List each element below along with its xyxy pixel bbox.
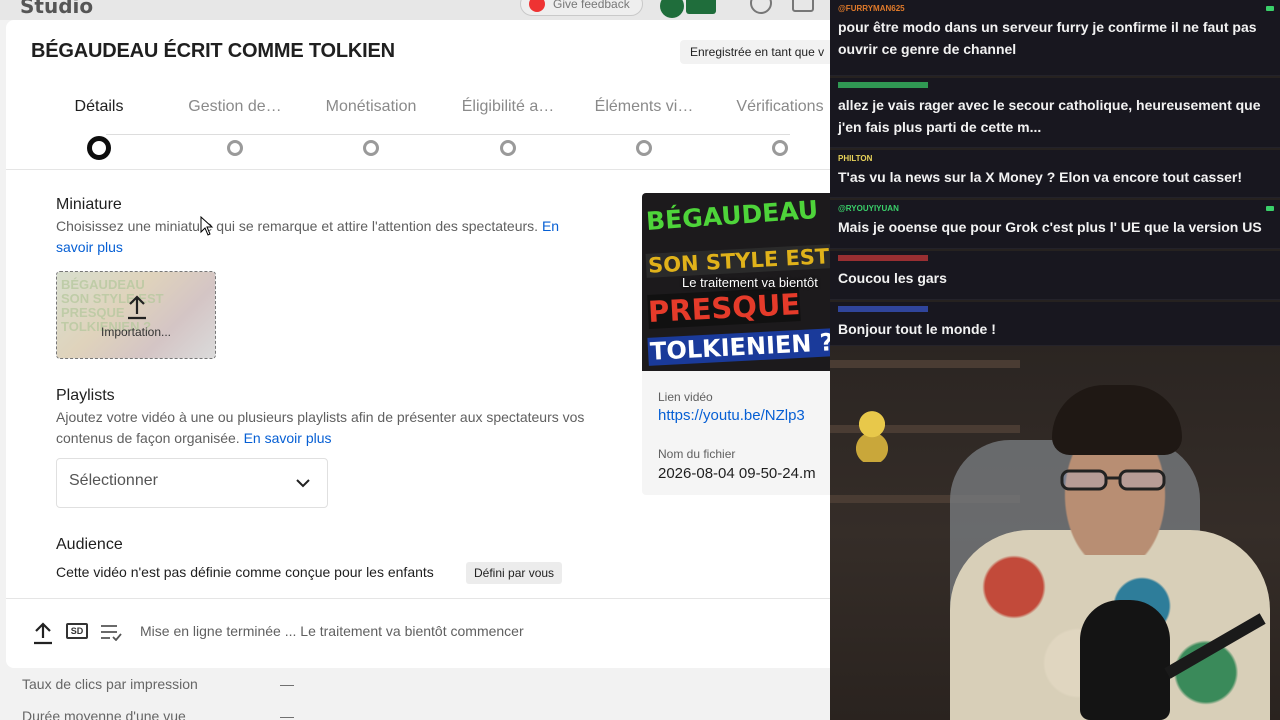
chat-username: PHILTON xyxy=(838,154,873,163)
thumbnail-section-desc: Choisissez une miniature qui se remarque… xyxy=(56,216,596,258)
playlist-select-value: Sélectionner xyxy=(69,472,158,489)
step-indicator xyxy=(772,140,788,156)
video-link-label: Lien vidéo xyxy=(658,390,713,404)
thumbnail-line: PRESQUE xyxy=(647,287,802,329)
give-feedback-label: Give feedback xyxy=(553,0,630,11)
thumbnail-line: SON STYLE EST xyxy=(645,244,830,278)
chat-message: Coucou les gars xyxy=(830,251,1280,300)
video-link[interactable]: https://youtu.be/NZlp3 xyxy=(658,407,805,424)
step-label: Gestion de… xyxy=(188,98,282,115)
audience-status-text: Cette vidéo n'est pas définie comme conç… xyxy=(56,564,434,580)
shelf xyxy=(830,360,1020,368)
chat-message-text: Mais je ooense que pour Grok c'est plus … xyxy=(838,219,1262,235)
processing-overlay-text: Le traitement va bientôt xyxy=(682,275,818,290)
stream-overlay: @FURRYMAN625 pour être modo dans un serve… xyxy=(830,0,1280,720)
step-checks[interactable]: Vérifications xyxy=(712,98,830,156)
step-indicator xyxy=(500,140,516,156)
step-eligibility[interactable]: Éligibilité a… xyxy=(440,98,576,156)
webcam-feed xyxy=(830,345,1280,720)
upload-complete-icon xyxy=(34,622,52,645)
mouse-cursor-icon xyxy=(200,216,214,236)
thumbnail-upload-button[interactable]: BÉGAUDEAU SON STYLE EST PRESQUE TOLKIENIEN … xyxy=(56,271,216,359)
audience-section-title: Audience xyxy=(56,536,123,553)
thumbnail-line: TOLKIENIEN ? xyxy=(647,328,830,366)
upload-status-text: Mise en ligne terminée ... Le traitement… xyxy=(140,623,524,639)
chat-badge-icon xyxy=(1266,206,1274,211)
microphone xyxy=(1080,600,1170,720)
feedback-icon xyxy=(529,0,545,12)
step-label: Éligibilité a… xyxy=(461,98,555,115)
metric-avg-view-value: — xyxy=(280,708,294,720)
chat-message: Bonjour tout le monde ! xyxy=(830,302,1280,346)
notifications-icon[interactable] xyxy=(792,0,814,12)
sd-quality-icon: SD xyxy=(66,623,88,639)
filename-value: 2026-08-04 09-50-24.m xyxy=(658,465,816,482)
chat-username xyxy=(838,255,928,261)
saved-status-chip[interactable]: Enregistrée en tant que v xyxy=(680,40,830,64)
chat-message-text: pour être modo dans un serveur furry je … xyxy=(838,19,1257,57)
step-label: Vérifications xyxy=(736,98,824,115)
checks-icon xyxy=(101,625,122,641)
upload-icon xyxy=(128,295,146,320)
filename-label: Nom du fichier xyxy=(658,447,736,461)
video-preview-card: BÉGAUDEAU SON STYLE EST PRESQUE TOLKIENI… xyxy=(642,193,830,495)
chat-message-text: Coucou les gars xyxy=(838,270,947,286)
chat-message: @RYOUYIYUAN Mais je ooense que pour Grok … xyxy=(830,200,1280,249)
video-preview-thumbnail[interactable]: BÉGAUDEAU SON STYLE EST PRESQUE TOLKIENI… xyxy=(642,193,830,371)
metric-ctr-value: — xyxy=(280,676,294,692)
chat-message: @FURRYMAN625 pour être modo dans un serve… xyxy=(830,0,1280,76)
step-label: Monétisation xyxy=(325,98,417,115)
step-indicator xyxy=(87,136,111,160)
chat-username: @RYOUYIYUAN xyxy=(838,204,899,213)
studio-logo: Studio xyxy=(20,0,94,18)
figurine xyxy=(852,408,892,462)
step-label: Éléments vi… xyxy=(594,98,694,115)
search-icon[interactable] xyxy=(750,0,772,14)
upload-status-bar: SD Mise en ligne terminée ... Le traitem… xyxy=(6,598,830,668)
step-details[interactable]: Détails xyxy=(31,98,167,160)
menu-icon[interactable] xyxy=(686,0,716,14)
defined-by-you-chip: Défini par vous xyxy=(466,562,563,584)
chat-username xyxy=(838,306,928,312)
step-indicator xyxy=(363,140,379,156)
thumbnail-desc-text: Choisissez une miniature qui se remarque… xyxy=(56,218,539,234)
stepper-line xyxy=(106,134,790,135)
playlists-learn-more-link[interactable]: En savoir plus xyxy=(244,430,332,446)
studio-topbar: Studio Give feedback xyxy=(0,0,830,20)
upload-stepper: Détails Gestion de… Monétisation Éligibi… xyxy=(6,84,830,170)
dialog-title: BÉGAUDEAU ÉCRIT COMME TOLKIEN xyxy=(31,40,395,62)
avatar[interactable] xyxy=(660,0,684,18)
chat-username xyxy=(838,82,928,88)
chat-badge-icon xyxy=(1266,6,1274,11)
chat-message: allez je vais rager avec le secour catho… xyxy=(830,78,1280,148)
upload-progress-label: Importation... xyxy=(100,325,172,339)
playlists-section-title: Playlists xyxy=(56,387,115,404)
chat-message-text: Bonjour tout le monde ! xyxy=(838,321,996,337)
step-video-elements[interactable]: Éléments vi… xyxy=(576,98,712,156)
glasses-icon xyxy=(1060,469,1166,491)
step-indicator xyxy=(636,140,652,156)
playlist-select[interactable]: Sélectionner xyxy=(56,458,328,508)
metric-avg-view-label: Durée moyenne d'une vue xyxy=(22,708,186,720)
chat-message-text: T'as vu la news sur la X Money ? Elon va… xyxy=(838,169,1243,185)
chevron-down-icon xyxy=(296,479,310,488)
step-label: Détails xyxy=(74,98,124,115)
thumbnail-section-title: Miniature xyxy=(56,196,122,213)
chat-message: PHILTON T'as vu la news sur la X Money ? … xyxy=(830,150,1280,198)
step-monetization[interactable]: Monétisation xyxy=(303,98,439,156)
metric-ctr-label: Taux de clics par impression xyxy=(22,676,198,692)
thumbnail-line: BÉGAUDEAU xyxy=(645,195,820,236)
chat-message-text: allez je vais rager avec le secour catho… xyxy=(838,97,1261,135)
give-feedback-button[interactable]: Give feedback xyxy=(520,0,643,16)
step-indicator xyxy=(227,140,243,156)
person-hair xyxy=(1052,385,1182,455)
upload-dialog: BÉGAUDEAU ÉCRIT COMME TOLKIEN Enregistré… xyxy=(6,20,830,668)
step-management[interactable]: Gestion de… xyxy=(167,98,303,156)
chat-username: @FURRYMAN625 xyxy=(838,4,905,13)
playlists-section-desc: Ajoutez votre vidéo à une ou plusieurs p… xyxy=(56,407,616,449)
